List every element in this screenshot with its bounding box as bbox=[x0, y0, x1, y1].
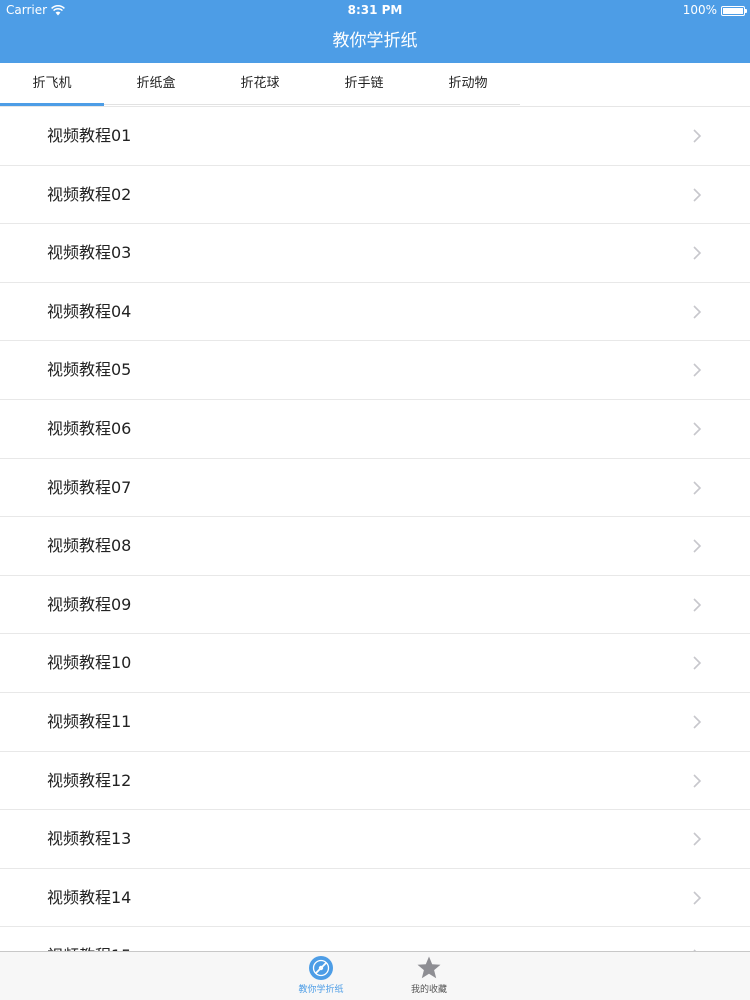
list-item[interactable]: 视频教程11 bbox=[0, 693, 750, 752]
page-title: 教你学折纸 bbox=[332, 31, 418, 51]
chevron-right-icon bbox=[693, 246, 702, 260]
list-item-label: 视频教程14 bbox=[47, 887, 132, 907]
list-item-label: 视频教程01 bbox=[47, 126, 132, 145]
origami-disc-icon bbox=[309, 956, 333, 980]
list-item[interactable]: 视频教程13 bbox=[0, 810, 750, 869]
star-icon bbox=[417, 956, 441, 979]
status-time: 8:31 PM bbox=[347, 3, 403, 17]
list-item[interactable]: 视频教程14 bbox=[0, 869, 750, 928]
chevron-right-icon bbox=[693, 656, 702, 670]
category-tabs: 折飞机 折纸盒 折花球 折手链 折动物 bbox=[0, 63, 520, 106]
list-item[interactable]: 视频教程05 bbox=[0, 341, 750, 400]
chevron-right-icon bbox=[693, 715, 702, 729]
tab-1[interactable]: 折纸盒 bbox=[104, 63, 208, 105]
tab-2[interactable]: 折花球 bbox=[208, 63, 312, 105]
list-item-label: 视频教程09 bbox=[47, 594, 132, 614]
list-item-label: 视频教程05 bbox=[47, 360, 132, 380]
tab-0[interactable]: 折飞机 bbox=[0, 63, 104, 106]
tab-bar: 教你学折纸 我的收藏 bbox=[0, 951, 750, 1000]
tabbar-item-favorites[interactable]: 我的收藏 bbox=[389, 955, 469, 997]
list-item-label: 视频教程10 bbox=[47, 653, 132, 673]
list-item[interactable]: 视频教程02 bbox=[0, 166, 750, 225]
battery-icon bbox=[721, 5, 747, 16]
list-item[interactable]: 视频教程10 bbox=[0, 634, 750, 693]
chevron-right-icon bbox=[693, 773, 702, 788]
battery-percent: 100% bbox=[682, 3, 717, 17]
chevron-right-icon bbox=[693, 891, 702, 905]
list-item[interactable]: 视频教程15 bbox=[0, 927, 750, 951]
status-bar: Carrier 8:31 PM 100% bbox=[0, 0, 750, 21]
status-right: 100% bbox=[682, 0, 747, 21]
video-list: 视频教程01 视频教程02 视频教程03 视频教程04 视频教程05 视频教程06 视频教程… bbox=[0, 106, 750, 951]
list-item-label: 视频教程03 bbox=[47, 243, 132, 263]
list-item[interactable]: 视频教程04 bbox=[0, 283, 750, 342]
list-item[interactable]: 视频教程01 bbox=[0, 107, 750, 166]
list-item[interactable]: 视频教程08 bbox=[0, 517, 750, 576]
list-item-label: 视频教程15 bbox=[47, 927, 131, 951]
chevron-right-icon bbox=[693, 598, 702, 612]
list-item[interactable]: 视频教程09 bbox=[0, 576, 750, 635]
list-item-label: 视频教程13 bbox=[47, 829, 132, 849]
list-item[interactable]: 视频教程12 bbox=[0, 752, 750, 811]
list-item-label: 视频教程02 bbox=[47, 184, 132, 204]
chevron-right-icon bbox=[693, 422, 702, 436]
list-item-label: 视频教程11 bbox=[47, 711, 132, 731]
header: Carrier 8:31 PM 100% 教你学折纸 bbox=[0, 0, 750, 63]
chevron-right-icon bbox=[693, 539, 702, 553]
tab-3[interactable]: 折手链 bbox=[312, 63, 416, 105]
tabbar-label-origami: 教你学折纸 bbox=[298, 985, 344, 995]
tabbar-label-favorites: 我的收藏 bbox=[410, 985, 447, 995]
list-item-label: 视频教程06 bbox=[47, 418, 132, 438]
list-item[interactable]: 视频教程03 bbox=[0, 224, 750, 283]
chevron-right-icon bbox=[693, 188, 702, 202]
chevron-right-icon bbox=[693, 305, 702, 319]
chevron-right-icon bbox=[693, 832, 702, 846]
tabbar-item-origami[interactable]: 教你学折纸 bbox=[281, 955, 361, 997]
tab-4[interactable]: 折动物 bbox=[416, 63, 520, 105]
list-item-label: 视频教程04 bbox=[47, 301, 132, 321]
list-item-label: 视频教程12 bbox=[47, 770, 132, 790]
list-item-label: 视频教程07 bbox=[47, 477, 132, 497]
list-item[interactable]: 视频教程06 bbox=[0, 400, 750, 459]
chevron-right-icon bbox=[693, 129, 702, 143]
chevron-right-icon bbox=[693, 480, 702, 495]
battery-fill bbox=[723, 7, 743, 14]
list-item-label: 视频教程08 bbox=[47, 536, 132, 556]
list-item[interactable]: 视频教程07 bbox=[0, 459, 750, 518]
chevron-right-icon bbox=[693, 363, 702, 377]
